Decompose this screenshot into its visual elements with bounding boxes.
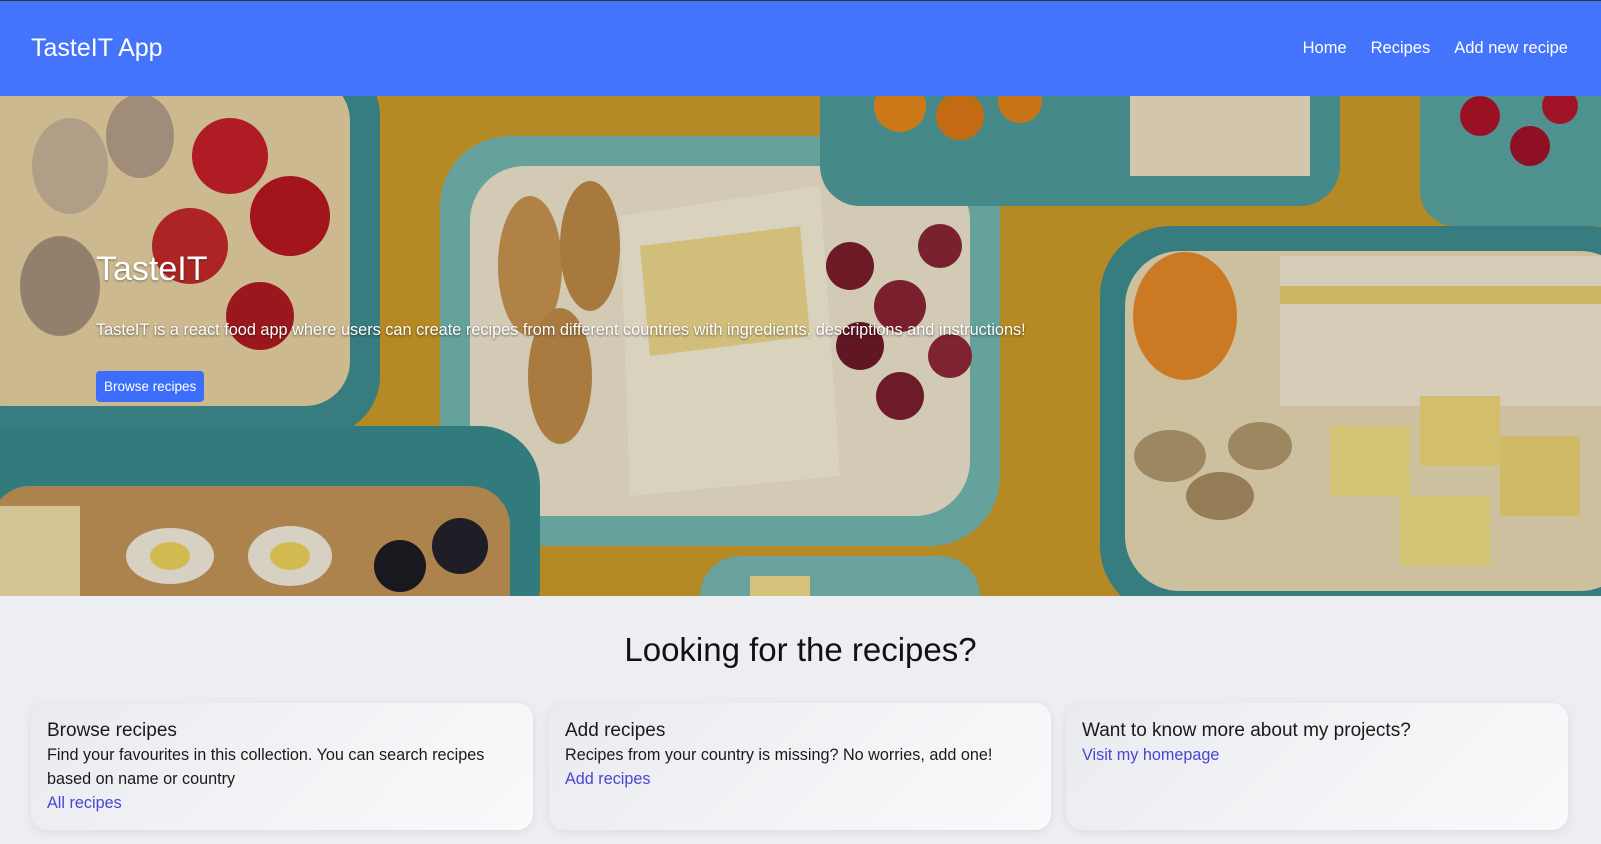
page: TasteIT App Home Recipes Add new recipe [0,0,1601,844]
hero-description: TasteIT is a react food app where users … [96,321,1026,339]
hero-title: TasteIT [96,250,208,288]
card-title: Browse recipes [47,720,177,741]
brand-link[interactable]: TasteIT App [31,34,163,63]
nav-recipes-link[interactable]: Recipes [1371,39,1431,58]
hero-content: TasteIT TasteIT is a react food app wher… [96,250,1026,340]
nav-add-recipe-link[interactable]: Add new recipe [1454,39,1568,58]
card-projects: Want to know more about my projects? Vis… [1066,703,1568,830]
navbar: TasteIT App Home Recipes Add new recipe [0,0,1601,96]
visit-homepage-link[interactable]: Visit my homepage [1082,743,1552,767]
card-title: Add recipes [565,720,666,741]
hero-overlay [0,96,1601,596]
card-add-recipes: Add recipes Recipes from your country is… [549,703,1051,830]
browse-recipes-button[interactable]: Browse recipes [96,371,205,402]
card-text: Recipes from your country is missing? No… [565,746,993,764]
add-recipes-link[interactable]: Add recipes [565,767,1035,791]
section-title: Looking for the recipes? [624,631,977,668]
card-text: Find your favourites in this collection.… [47,746,485,788]
nav-home-link[interactable]: Home [1303,39,1347,58]
all-recipes-link[interactable]: All recipes [47,791,517,815]
hero-banner: TasteIT TasteIT is a react food app wher… [0,96,1601,596]
nav-links: Home Recipes Add new recipe [1303,39,1568,58]
card-browse-recipes: Browse recipes Find your favourites in t… [31,703,533,830]
card-title: Want to know more about my projects? [1082,720,1411,741]
